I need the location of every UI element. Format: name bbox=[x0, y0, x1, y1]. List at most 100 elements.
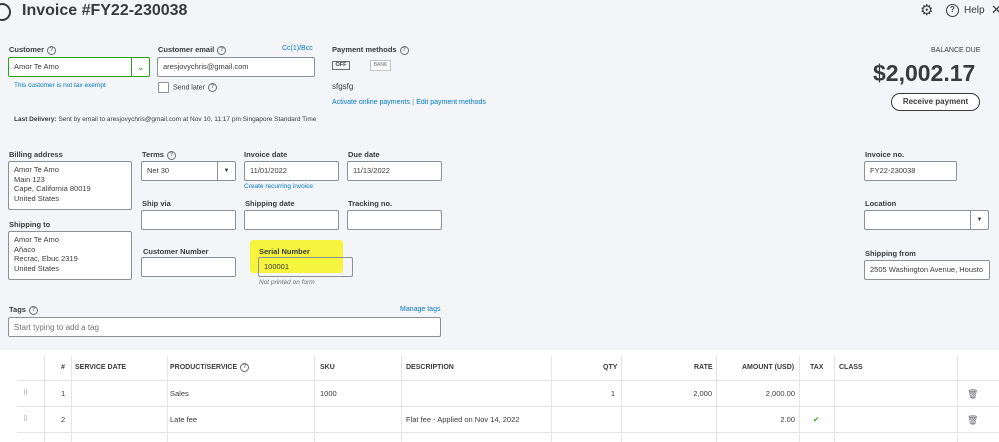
col-header-description: DESCRIPTION bbox=[406, 364, 454, 371]
address-line: Main 123 bbox=[14, 174, 45, 184]
shipping-date-label: Shipping date bbox=[245, 199, 295, 208]
invoice-no-label: Invoice no. bbox=[865, 150, 905, 159]
invoice-no-field[interactable]: FY22-230038 bbox=[864, 161, 957, 181]
invoice-date-label: Invoice date bbox=[244, 150, 288, 159]
terms-label: Terms? bbox=[142, 150, 176, 160]
customer-select[interactable]: Amor Te Amo ⌄ bbox=[8, 57, 150, 77]
billing-address-field[interactable]: Amor Te Amo Main 123 Cape, California 80… bbox=[8, 161, 132, 210]
col-header-product: PRODUCT/SERVICE? bbox=[170, 356, 250, 380]
receive-payment-button[interactable]: Receive payment bbox=[891, 93, 980, 111]
link-separator: | bbox=[412, 97, 415, 106]
col-header-service-date: SERVICE DATE bbox=[75, 364, 127, 371]
create-recurring-link[interactable]: Create recurring invoice bbox=[244, 183, 313, 190]
payment-toggle[interactable]: OFF bbox=[332, 61, 350, 70]
row-product[interactable]: Late fee bbox=[170, 407, 197, 433]
payment-links: Activate online payments | Edit payment … bbox=[332, 97, 486, 106]
chevron-down-icon[interactable]: ⌄ bbox=[131, 58, 149, 76]
last-delivery: Last Delivery: Sent by email to aresjovy… bbox=[14, 116, 316, 123]
row-num: 2 bbox=[61, 415, 66, 424]
row-product[interactable]: Sales bbox=[170, 381, 189, 407]
trash-icon[interactable]: 🗑 bbox=[967, 407, 978, 433]
due-date-label: Due date bbox=[348, 150, 380, 159]
drag-handle-icon[interactable]: ⠿ bbox=[23, 381, 28, 407]
customer-number-label: Customer Number bbox=[143, 247, 209, 256]
location-select[interactable]: ▼ bbox=[864, 210, 989, 230]
serial-number-label: Serial Number bbox=[259, 247, 310, 256]
caret-down-icon[interactable]: ▼ bbox=[217, 162, 235, 180]
table-row[interactable] bbox=[17, 432, 999, 442]
ship-via-label: Ship via bbox=[142, 199, 171, 208]
tags-label: Tags? bbox=[9, 305, 38, 315]
address-line: Amor Te Amo bbox=[14, 235, 59, 244]
shipping-from-label: Shipping from bbox=[865, 249, 916, 258]
help-link[interactable]: Help bbox=[964, 5, 985, 16]
tracking-field[interactable] bbox=[347, 210, 442, 230]
customer-label: Customer? bbox=[9, 45, 57, 55]
trash-icon[interactable]: 🗑 bbox=[967, 381, 978, 407]
last-delivery-label: Last Delivery: bbox=[14, 116, 57, 123]
edit-payment-methods-link[interactable]: Edit payment methods bbox=[416, 99, 486, 106]
info-icon[interactable]: ? bbox=[399, 45, 409, 55]
line-items-table: # SERVICE DATE PRODUCT/SERVICE? SKU DESC… bbox=[17, 356, 999, 442]
payment-note: sfgsfg bbox=[332, 82, 354, 91]
row-amount[interactable]: 2.00 bbox=[780, 407, 795, 433]
shipping-to-label: Shipping to bbox=[9, 220, 51, 229]
terms-select[interactable]: Net 30 ▼ bbox=[141, 161, 236, 181]
cc-bcc-link[interactable]: Cc(1)/Bcc bbox=[282, 45, 313, 52]
address-line: Cape, California 80019 bbox=[14, 184, 91, 193]
col-header-num: # bbox=[61, 364, 65, 371]
col-header-qty: QTY bbox=[603, 364, 618, 371]
serial-number-note: Not printed on form bbox=[259, 279, 315, 286]
address-line: United States bbox=[14, 263, 60, 273]
col-header-rate: RATE bbox=[694, 364, 713, 371]
customer-number-field[interactable] bbox=[141, 257, 236, 277]
invoice-date-field[interactable]: 11/01/2022 bbox=[244, 161, 339, 181]
address-line: Añaco bbox=[14, 244, 36, 254]
row-description[interactable]: Flat fee - Applied on Nov 14, 2022 bbox=[406, 407, 519, 433]
tax-exempt-note: This customer is not tax exempt bbox=[14, 82, 106, 89]
info-icon[interactable]: ? bbox=[217, 45, 227, 55]
caret-down-icon[interactable]: ▼ bbox=[970, 211, 988, 229]
row-tax[interactable]: ✔ bbox=[813, 407, 819, 433]
tracking-label: Tracking no. bbox=[348, 199, 393, 208]
due-date-field[interactable]: 11/13/2022 bbox=[347, 161, 442, 181]
balance-due-label: BALANCE DUE bbox=[931, 47, 981, 54]
row-qty[interactable]: 1 bbox=[611, 381, 615, 407]
activate-payments-link[interactable]: Activate online payments bbox=[332, 99, 410, 106]
info-icon[interactable]: ? bbox=[47, 45, 57, 55]
address-line: United States bbox=[14, 193, 60, 203]
location-label: Location bbox=[865, 199, 897, 208]
shipping-date-field[interactable] bbox=[244, 210, 339, 230]
close-icon[interactable]: ✕ bbox=[991, 2, 999, 18]
row-rate[interactable]: 2,000 bbox=[693, 381, 712, 407]
info-icon[interactable]: ? bbox=[28, 305, 38, 315]
drag-handle-icon[interactable]: ⠿ bbox=[23, 407, 28, 433]
serial-number-field[interactable]: 100001 bbox=[258, 257, 353, 277]
col-header-sku: SKU bbox=[320, 364, 335, 371]
col-header-class: CLASS bbox=[839, 364, 863, 371]
email-field[interactable]: aresjovychris@gmail.com bbox=[157, 57, 315, 77]
send-later-checkbox[interactable] bbox=[158, 82, 169, 93]
page-title: Invoice #FY22-230038 bbox=[22, 2, 188, 19]
payment-methods-label: Payment methods? bbox=[332, 45, 409, 55]
info-icon[interactable]: ? bbox=[166, 150, 176, 160]
row-amount[interactable]: 2,000.00 bbox=[766, 381, 795, 407]
shipping-from-field[interactable]: 2505 Washington Avenue, Housto bbox=[864, 260, 990, 280]
ship-via-field[interactable] bbox=[141, 210, 236, 230]
send-later-label: Send later? bbox=[173, 83, 217, 92]
table-row[interactable]: ⠿ 1 Sales 1000 1 2,000 2,000.00 🗑 bbox=[17, 380, 999, 406]
balance-due-amount: $2,002.17 bbox=[873, 60, 976, 86]
row-sku[interactable]: 1000 bbox=[320, 381, 337, 407]
col-header-tax: TAX bbox=[810, 364, 824, 371]
col-header-amount: AMOUNT (USD) bbox=[742, 364, 795, 371]
bank-badge[interactable]: BANK bbox=[370, 60, 391, 71]
shipping-address-field[interactable]: Amor Te Amo Añaco Recrac, Ebuc 2319 Unit… bbox=[8, 231, 132, 280]
table-row[interactable]: ⠿ 2 Late fee Flat fee - Applied on Nov 1… bbox=[17, 406, 999, 432]
manage-tags-link[interactable]: Manage tags bbox=[400, 306, 440, 313]
tags-input[interactable] bbox=[8, 317, 441, 337]
info-icon[interactable]: ? bbox=[207, 83, 217, 92]
info-icon[interactable]: ? bbox=[240, 362, 250, 372]
settings-icon[interactable]: ⚙ bbox=[920, 3, 935, 18]
help-icon[interactable]: ? bbox=[946, 4, 959, 17]
email-label: Customer email? bbox=[158, 45, 227, 55]
